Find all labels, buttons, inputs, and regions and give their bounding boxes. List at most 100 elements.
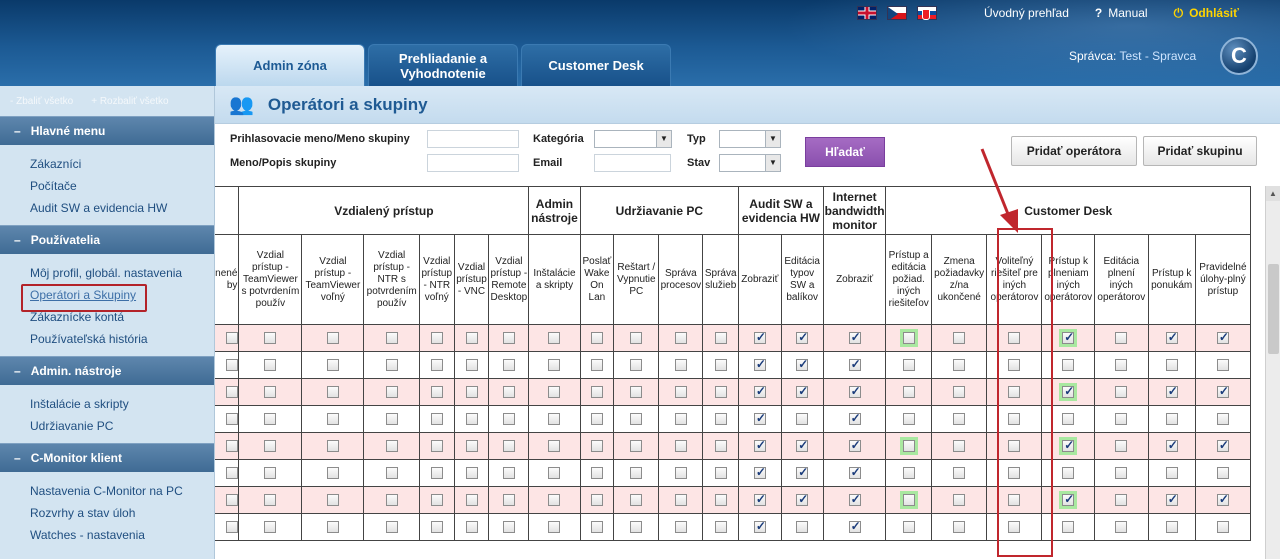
permission-checkbox[interactable] [674,386,687,398]
permission-checkbox[interactable] [630,332,643,344]
permission-checkbox[interactable] [1008,467,1021,479]
permission-checkbox[interactable] [674,494,687,506]
manual-link[interactable]: ? Manual [1095,6,1148,21]
row-select-checkbox[interactable] [226,413,239,425]
collapse-all-link[interactable]: - Zbaliť všetko [10,96,73,107]
sidebar-item[interactable]: Zákaznícke kontá [30,306,214,328]
tab-customer-desk[interactable]: Customer Desk [521,44,671,86]
sidebar-section-header[interactable]: – Admin. nástroje [0,356,214,385]
row-select-checkbox[interactable] [226,521,239,533]
logout-link[interactable]: ⏻ Odhlásiť [1174,6,1239,21]
permission-checkbox[interactable] [590,386,603,398]
sidebar-section-header[interactable]: – Hlavné menu [0,116,214,145]
permission-checkbox[interactable] [714,440,727,452]
permission-checkbox[interactable] [502,386,515,398]
permission-checkbox[interactable] [630,386,643,398]
permission-checkbox[interactable] [1216,359,1229,371]
permission-checkbox[interactable] [1062,330,1074,344]
state-select[interactable] [719,154,781,172]
permission-checkbox[interactable] [953,386,966,398]
permission-checkbox[interactable] [848,411,861,425]
permission-checkbox[interactable] [902,386,915,398]
permission-checkbox[interactable] [630,494,643,506]
permission-checkbox[interactable] [796,521,809,533]
permission-checkbox[interactable] [714,494,727,506]
permission-checkbox[interactable] [326,359,339,371]
permission-checkbox[interactable] [1062,492,1074,506]
permission-checkbox[interactable] [1062,467,1075,479]
permission-checkbox[interactable] [385,413,398,425]
tab-browse-evaluate[interactable]: Prehliadanie a Vyhodnotenie [368,44,518,86]
permission-checkbox[interactable] [753,330,766,344]
permission-checkbox[interactable] [796,465,808,479]
permission-checkbox[interactable] [264,467,277,479]
permission-checkbox[interactable] [674,332,687,344]
permission-checkbox[interactable] [714,521,727,533]
permission-checkbox[interactable] [902,440,915,452]
permission-checkbox[interactable] [630,467,643,479]
permission-checkbox[interactable] [430,386,443,398]
permission-checkbox[interactable] [902,467,915,479]
permission-checkbox[interactable] [848,492,861,506]
permission-checkbox[interactable] [1008,332,1021,344]
name-input[interactable] [427,154,519,172]
permission-checkbox[interactable] [590,467,603,479]
permission-checkbox[interactable] [714,386,727,398]
permission-checkbox[interactable] [385,467,398,479]
permission-checkbox[interactable] [848,465,861,479]
row-select-checkbox[interactable] [226,467,239,479]
permission-checkbox[interactable] [630,521,643,533]
permission-checkbox[interactable] [1165,359,1178,371]
permission-checkbox[interactable] [465,467,478,479]
permission-checkbox[interactable] [902,413,915,425]
permission-checkbox[interactable] [1115,494,1128,506]
permission-checkbox[interactable] [548,413,561,425]
permission-checkbox[interactable] [430,332,443,344]
permission-checkbox[interactable] [630,413,643,425]
vertical-scrollbar[interactable]: ▲ [1265,186,1280,559]
permission-checkbox[interactable] [953,521,966,533]
permission-checkbox[interactable] [548,386,561,398]
permission-checkbox[interactable] [1008,386,1021,398]
permission-checkbox[interactable] [953,332,966,344]
permission-checkbox[interactable] [1216,467,1229,479]
permission-checkbox[interactable] [1062,359,1075,371]
permission-checkbox[interactable] [430,413,443,425]
login-input[interactable] [427,130,519,148]
permission-checkbox[interactable] [953,467,966,479]
permission-checkbox[interactable] [385,494,398,506]
permission-checkbox[interactable] [548,332,561,344]
admin-name[interactable]: Test - Spravca [1119,49,1196,63]
permission-checkbox[interactable] [502,521,515,533]
permission-checkbox[interactable] [326,521,339,533]
permission-checkbox[interactable] [502,467,515,479]
sidebar-item[interactable]: Watches - nastavenia [30,524,214,546]
permission-checkbox[interactable] [753,438,766,452]
row-select-checkbox[interactable] [226,386,239,398]
permission-checkbox[interactable] [714,413,727,425]
permission-checkbox[interactable] [502,413,515,425]
permission-checkbox[interactable] [674,413,687,425]
permission-checkbox[interactable] [953,440,966,452]
permission-checkbox[interactable] [796,330,808,344]
permission-checkbox[interactable] [590,440,603,452]
permission-checkbox[interactable] [796,492,808,506]
sidebar-item[interactable]: Audit SW a evidencia HW [30,197,214,219]
permission-checkbox[interactable] [902,494,915,506]
permission-checkbox[interactable] [902,332,915,344]
permission-checkbox[interactable] [630,359,643,371]
expand-all-link[interactable]: + Rozbaliť všetko [91,96,168,107]
email-input[interactable] [594,154,671,172]
permission-checkbox[interactable] [1008,521,1021,533]
permission-checkbox[interactable] [264,440,277,452]
scroll-thumb[interactable] [1268,264,1279,354]
permission-checkbox[interactable] [674,521,687,533]
permission-checkbox[interactable] [796,384,808,398]
permission-checkbox[interactable] [430,440,443,452]
permission-checkbox[interactable] [1165,413,1178,425]
permission-checkbox[interactable] [548,440,561,452]
permission-checkbox[interactable] [1165,438,1178,452]
permission-checkbox[interactable] [430,494,443,506]
permission-checkbox[interactable] [1062,438,1074,452]
permission-checkbox[interactable] [264,332,277,344]
